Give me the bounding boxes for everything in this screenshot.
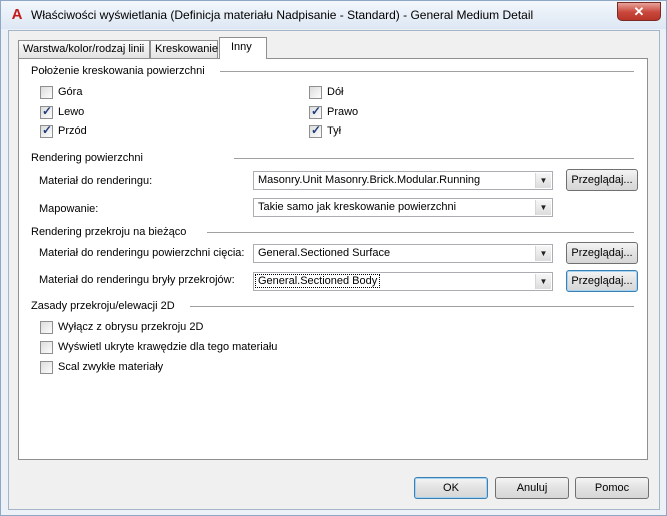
- cancel-button-label: Anuluj: [516, 482, 548, 494]
- check-icon: ✓: [311, 123, 322, 137]
- checkbox-bottom[interactable]: [309, 86, 322, 99]
- tab-panel-other: Położenie kreskowania powierzchni Góra D…: [18, 58, 648, 460]
- browse-render-material-button[interactable]: Przeglądaj...: [566, 169, 638, 191]
- render-material-label: Materiał do renderingu:: [39, 175, 153, 187]
- separator: [190, 306, 634, 308]
- render-material-select[interactable]: Masonry.Unit Masonry.Brick.Modular.Runni…: [253, 171, 553, 190]
- tab-label: Inny: [231, 41, 252, 53]
- chevron-down-icon: ▼: [535, 274, 551, 289]
- sectioned-body-material-value: General.Sectioned Body: [254, 274, 381, 288]
- separator: [234, 158, 634, 160]
- checkbox-left-label: Lewo: [58, 106, 85, 118]
- section-title-hatch-placement: Położenie kreskowania powierzchni: [31, 65, 205, 77]
- chevron-down-icon: ▼: [535, 173, 551, 188]
- browse-button-label: Przeglądaj...: [571, 275, 633, 287]
- tab-hatching[interactable]: Kreskowanie: [150, 40, 218, 58]
- section-title-surface-rendering: Rendering powierzchni: [31, 152, 143, 164]
- dialog-client-area: Warstwa/kolor/rodzaj linii Kreskowanie I…: [8, 30, 660, 510]
- checkbox-right-label: Prawo: [327, 106, 359, 118]
- checkbox-left[interactable]: ✓: [40, 104, 53, 119]
- cut-surface-material-select[interactable]: General.Sectioned Surface ▼: [253, 244, 553, 263]
- mapping-label: Mapowanie:: [39, 203, 99, 215]
- checkbox-front-label: Przód: [58, 125, 87, 137]
- separator: [220, 71, 634, 73]
- help-button[interactable]: Pomoc: [575, 477, 649, 499]
- browse-sectioned-body-button[interactable]: Przeglądaj...: [566, 270, 638, 292]
- help-button-label: Pomoc: [594, 482, 630, 494]
- window-title: Właściwości wyświetlania (Definicja mate…: [31, 8, 534, 22]
- title-bar[interactable]: A Właściwości wyświetlania (Definicja ma…: [1, 1, 666, 29]
- sectioned-body-material-label: Materiał do renderingu bryły przekrojów:: [39, 274, 235, 286]
- checkbox-top[interactable]: [40, 86, 53, 99]
- checkbox-show-hidden-edges[interactable]: [40, 341, 53, 354]
- checkbox-merge-common-materials-label: Scal zwykłe materiały: [58, 361, 164, 373]
- ok-button-label: OK: [443, 482, 459, 494]
- cut-surface-material-value: General.Sectioned Surface: [258, 247, 391, 259]
- checkbox-back[interactable]: ✓: [309, 123, 322, 138]
- checkbox-right[interactable]: ✓: [309, 104, 322, 119]
- browse-cut-surface-button[interactable]: Przeglądaj...: [566, 242, 638, 264]
- separator: [207, 232, 634, 234]
- browse-button-label: Przeglądaj...: [571, 174, 633, 186]
- tab-label: Kreskowanie: [155, 43, 218, 55]
- chevron-down-icon: ▼: [535, 246, 551, 261]
- mapping-select[interactable]: Takie samo jak kreskowanie powierzchni ▼: [253, 198, 553, 217]
- checkbox-back-label: Tył: [327, 125, 342, 137]
- cut-surface-material-label: Materiał do renderingu powierzchni cięci…: [39, 247, 245, 259]
- section-title-live-section: Rendering przekroju na bieżąco: [31, 226, 187, 238]
- tab-other[interactable]: Inny: [219, 37, 267, 59]
- checkbox-show-hidden-edges-label: Wyświetl ukryte krawędzie dla tego mater…: [58, 341, 278, 353]
- app-logo-icon: A: [11, 6, 23, 23]
- check-icon: ✓: [42, 104, 53, 118]
- tab-label: Warstwa/kolor/rodzaj linii: [23, 43, 145, 55]
- chevron-down-icon: ▼: [535, 200, 551, 215]
- checkbox-front[interactable]: ✓: [40, 123, 53, 138]
- render-material-value: Masonry.Unit Masonry.Brick.Modular.Runni…: [258, 174, 481, 186]
- checkbox-top-label: Góra: [58, 86, 83, 98]
- browse-button-label: Przeglądaj...: [571, 247, 633, 259]
- dialog-window: A Właściwości wyświetlania (Definicja ma…: [0, 0, 667, 516]
- checkbox-bottom-label: Dół: [327, 86, 344, 98]
- cancel-button[interactable]: Anuluj: [495, 477, 569, 499]
- checkbox-exclude-2d-section[interactable]: [40, 321, 53, 334]
- section-title-2d-rules: Zasady przekroju/elewacji 2D: [31, 300, 175, 312]
- close-icon: ✕: [633, 4, 645, 19]
- close-button[interactable]: ✕: [617, 2, 661, 21]
- sectioned-body-material-select[interactable]: General.Sectioned Body ▼: [253, 272, 553, 291]
- mapping-value: Takie samo jak kreskowanie powierzchni: [258, 201, 457, 213]
- tab-layer-color-linetype[interactable]: Warstwa/kolor/rodzaj linii: [18, 40, 150, 58]
- checkbox-merge-common-materials[interactable]: [40, 361, 53, 374]
- ok-button[interactable]: OK: [414, 477, 488, 499]
- check-icon: ✓: [311, 104, 322, 118]
- checkbox-exclude-2d-section-label: Wyłącz z obrysu przekroju 2D: [58, 321, 204, 333]
- check-icon: ✓: [42, 123, 53, 137]
